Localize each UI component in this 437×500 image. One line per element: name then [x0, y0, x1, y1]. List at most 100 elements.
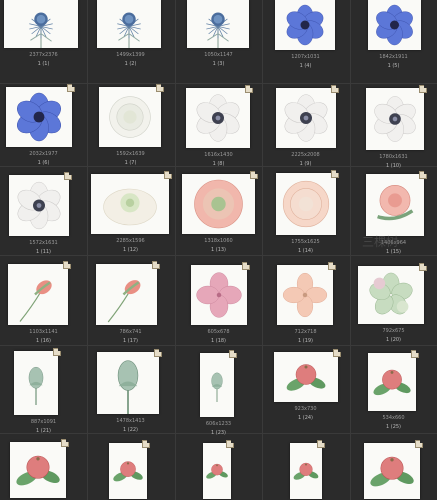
- image-dimensions: 1103x1141: [29, 329, 58, 335]
- thumbnail-cell[interactable]: 1318x1060 1 (13): [175, 166, 262, 255]
- thumbnail-cell[interactable]: 786x741 1 (17): [87, 255, 174, 345]
- file-name[interactable]: 1 (20): [350, 337, 437, 343]
- image-dimensions: 1572x1631: [29, 240, 58, 246]
- thumbnail-image[interactable]: [368, 353, 416, 411]
- thumbnail-cell[interactable]: 1050x1147 1 (3): [175, 0, 262, 80]
- thumbnail-cell[interactable]: [262, 433, 349, 500]
- thumbnail-cell[interactable]: 712x718 1 (19): [262, 255, 349, 345]
- thumbnail-cell[interactable]: 1592x1639 1 (7): [87, 83, 174, 166]
- thumbnail-cell[interactable]: 2377x2376 1 (1): [0, 0, 87, 80]
- thumbnail-cell[interactable]: 605x678 1 (18): [175, 255, 262, 345]
- file-type-icon: [333, 349, 341, 357]
- thumbnail-cell[interactable]: [350, 433, 437, 500]
- thumbnail-cell[interactable]: 887x1091 1 (21): [0, 345, 87, 434]
- image-dimensions: 534x660: [382, 415, 405, 421]
- thumbnail-image[interactable]: [364, 443, 420, 499]
- thumbnail-cell[interactable]: 792x675 1 (20): [350, 255, 437, 345]
- thumbnail-cell[interactable]: 534x660 1 (25): [350, 345, 437, 433]
- thumbnail-cell[interactable]: [0, 433, 87, 500]
- file-name[interactable]: 1 (13): [175, 247, 262, 253]
- file-name[interactable]: 1 (24): [262, 415, 349, 421]
- thumbnail-cell[interactable]: 1780x1631 1 (10): [350, 83, 437, 169]
- file-name[interactable]: 1 (2): [87, 61, 174, 67]
- image-dimensions: 1592x1639: [116, 151, 145, 157]
- file-name[interactable]: 1 (5): [350, 63, 437, 69]
- thumbnail-cell[interactable]: 1478x1413 1 (22): [87, 345, 174, 433]
- thumbnail-image[interactable]: [9, 175, 69, 236]
- image-dimensions: 2225x2008: [291, 152, 320, 158]
- thumbnail-image[interactable]: [91, 174, 169, 234]
- thumbnail-cell[interactable]: 1103x1141 1 (16): [0, 255, 87, 345]
- thumbnail-cell[interactable]: 1755x1625 1 (14): [262, 166, 349, 255]
- file-type-icon: [226, 440, 234, 448]
- thumbnail-image[interactable]: [99, 87, 161, 147]
- file-name[interactable]: 1 (3): [175, 61, 262, 67]
- thumbnail-cell[interactable]: 1499x1399 1 (2): [87, 0, 174, 80]
- thumbnail-cell[interactable]: 1207x1031 1 (4): [262, 0, 349, 80]
- thumbnail-cell[interactable]: [175, 433, 262, 500]
- file-type-icon: [415, 440, 423, 448]
- thumbnail-image[interactable]: [182, 174, 255, 234]
- image-dimensions: 1616x1430: [204, 152, 233, 158]
- file-type-icon: [61, 439, 69, 447]
- thumbnail-image[interactable]: [203, 443, 231, 499]
- thumbnail-image[interactable]: [276, 88, 336, 148]
- thumbnail-cell[interactable]: 2285x1596 1 (12): [87, 166, 174, 255]
- image-dimensions: 1478x1413: [116, 418, 145, 424]
- thumbnail-image[interactable]: [366, 88, 424, 150]
- file-type-icon: [53, 348, 61, 356]
- thumbnail-image[interactable]: [187, 0, 249, 48]
- file-type-icon: [419, 171, 427, 179]
- thumbnail-image[interactable]: [97, 352, 159, 414]
- thumbnail-cell[interactable]: 923x730 1 (24): [262, 345, 349, 433]
- thumbnail-image[interactable]: [191, 265, 247, 325]
- image-dimensions: 786x741: [119, 329, 142, 335]
- image-dimensions: 1318x1060: [204, 238, 233, 244]
- thumbnail-image[interactable]: [4, 0, 78, 48]
- file-name[interactable]: 1 (25): [350, 424, 437, 430]
- thumbnail-cell[interactable]: 2225x2008 1 (9): [262, 83, 349, 167]
- thumbnail-image[interactable]: [274, 352, 338, 402]
- file-type-icon: [156, 84, 164, 92]
- file-type-icon: [67, 84, 75, 92]
- file-name[interactable]: 1 (16): [0, 338, 87, 344]
- thumbnail-image[interactable]: [290, 443, 322, 499]
- thumbnail-image[interactable]: [275, 0, 335, 50]
- thumbnail-image[interactable]: [366, 174, 424, 236]
- file-name[interactable]: 1 (18): [175, 338, 262, 344]
- file-type-icon: [154, 349, 162, 357]
- thumbnail-image[interactable]: [276, 173, 336, 235]
- file-name[interactable]: 1 (12): [87, 247, 174, 253]
- thumbnail-image[interactable]: [96, 264, 157, 325]
- thumbnail-image[interactable]: [358, 266, 424, 324]
- thumbnail-image[interactable]: [10, 442, 66, 498]
- file-name[interactable]: 1 (19): [262, 338, 349, 344]
- thumbnail-image[interactable]: [8, 264, 68, 325]
- image-dimensions: 923x730: [294, 406, 317, 412]
- image-dimensions: 2377x2376: [29, 52, 58, 58]
- thumbnail-cell[interactable]: 1616x1430 1 (8): [175, 83, 262, 167]
- file-name[interactable]: 1 (1): [0, 61, 87, 67]
- file-type-icon: [245, 85, 253, 93]
- thumbnail-image[interactable]: [277, 265, 333, 325]
- thumbnail-cell[interactable]: 1842x1911 1 (5): [350, 0, 437, 80]
- file-type-icon: [242, 262, 250, 270]
- image-dimensions: 1050x1147: [204, 52, 233, 58]
- file-type-icon: [152, 261, 160, 269]
- thumbnail-image[interactable]: [97, 0, 161, 48]
- thumbnail-image[interactable]: [109, 443, 147, 499]
- file-name[interactable]: 1 (17): [87, 338, 174, 344]
- thumbnail-cell[interactable]: 606x1233 1 (23): [175, 345, 262, 436]
- file-name[interactable]: 1 (14): [262, 248, 349, 254]
- file-type-icon: [164, 171, 172, 179]
- thumbnail-image[interactable]: [6, 87, 72, 147]
- image-dimensions: 1499x1399: [116, 52, 145, 58]
- thumbnail-image[interactable]: [200, 353, 234, 417]
- file-name[interactable]: 1 (4): [262, 63, 349, 69]
- thumbnail-image[interactable]: [186, 88, 250, 148]
- thumbnail-cell[interactable]: [87, 433, 174, 500]
- thumbnail-cell[interactable]: 2032x1977 1 (6): [0, 83, 87, 166]
- thumbnail-image[interactable]: [14, 351, 58, 415]
- thumbnail-image[interactable]: [368, 0, 421, 50]
- thumbnail-cell[interactable]: 1572x1631 1 (11): [0, 166, 87, 255]
